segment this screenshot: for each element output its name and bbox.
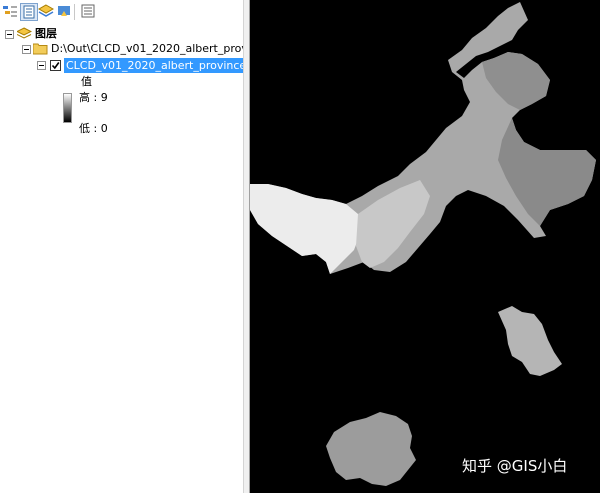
toolbar-separator bbox=[74, 4, 75, 20]
layer-name-selected[interactable]: CLCD_v01_2020_albert_province.tif bbox=[64, 58, 263, 73]
options-icon bbox=[81, 4, 95, 18]
options-button[interactable] bbox=[80, 3, 98, 21]
layers-root-label[interactable]: 图层 bbox=[35, 26, 57, 42]
folder-icon bbox=[33, 43, 48, 55]
map-view[interactable] bbox=[250, 0, 600, 493]
raster-region-south bbox=[326, 412, 416, 486]
raster-region-east-small bbox=[498, 306, 562, 376]
collapse-layer-expander[interactable] bbox=[37, 61, 46, 70]
raster-region-west bbox=[250, 184, 360, 274]
toc-toolbar bbox=[0, 0, 243, 24]
list-by-selection-button[interactable] bbox=[56, 3, 74, 21]
raster-image bbox=[250, 2, 596, 486]
list-by-source-button[interactable] bbox=[20, 3, 38, 21]
panel-splitter[interactable] bbox=[243, 0, 250, 493]
legend-high-label: 高 : 9 bbox=[79, 91, 108, 104]
layers-icon bbox=[17, 27, 32, 39]
collapse-root-expander[interactable] bbox=[5, 30, 14, 39]
list-by-drawing-order-button[interactable] bbox=[2, 3, 20, 21]
table-of-contents-panel: 图层 D:\Out\CLCD_v01_2020_albert_province\… bbox=[0, 0, 274, 493]
collapse-folder-expander[interactable] bbox=[22, 45, 31, 54]
layer-tree: 图层 D:\Out\CLCD_v01_2020_albert_province\… bbox=[0, 24, 274, 493]
legend-field-label: 值 bbox=[81, 75, 92, 88]
layer-visibility-checkbox[interactable] bbox=[50, 60, 61, 71]
layer-name[interactable]: CLCD_v01_2020_albert_province.tif bbox=[64, 58, 263, 74]
folder-path-label[interactable]: D:\Out\CLCD_v01_2020_albert_province\ bbox=[51, 41, 274, 57]
list-by-selection-icon bbox=[58, 6, 70, 16]
list-by-visibility-button[interactable] bbox=[37, 3, 56, 21]
list-by-visibility-icon bbox=[37, 4, 55, 17]
checkmark-icon bbox=[51, 62, 60, 70]
list-by-source-icon bbox=[23, 5, 35, 19]
legend-color-ramp bbox=[63, 93, 72, 123]
legend-low-label: 低 : 0 bbox=[79, 122, 108, 135]
watermark-text: 知乎 @GIS小白 bbox=[462, 457, 568, 475]
list-by-drawing-order-icon bbox=[3, 6, 17, 17]
